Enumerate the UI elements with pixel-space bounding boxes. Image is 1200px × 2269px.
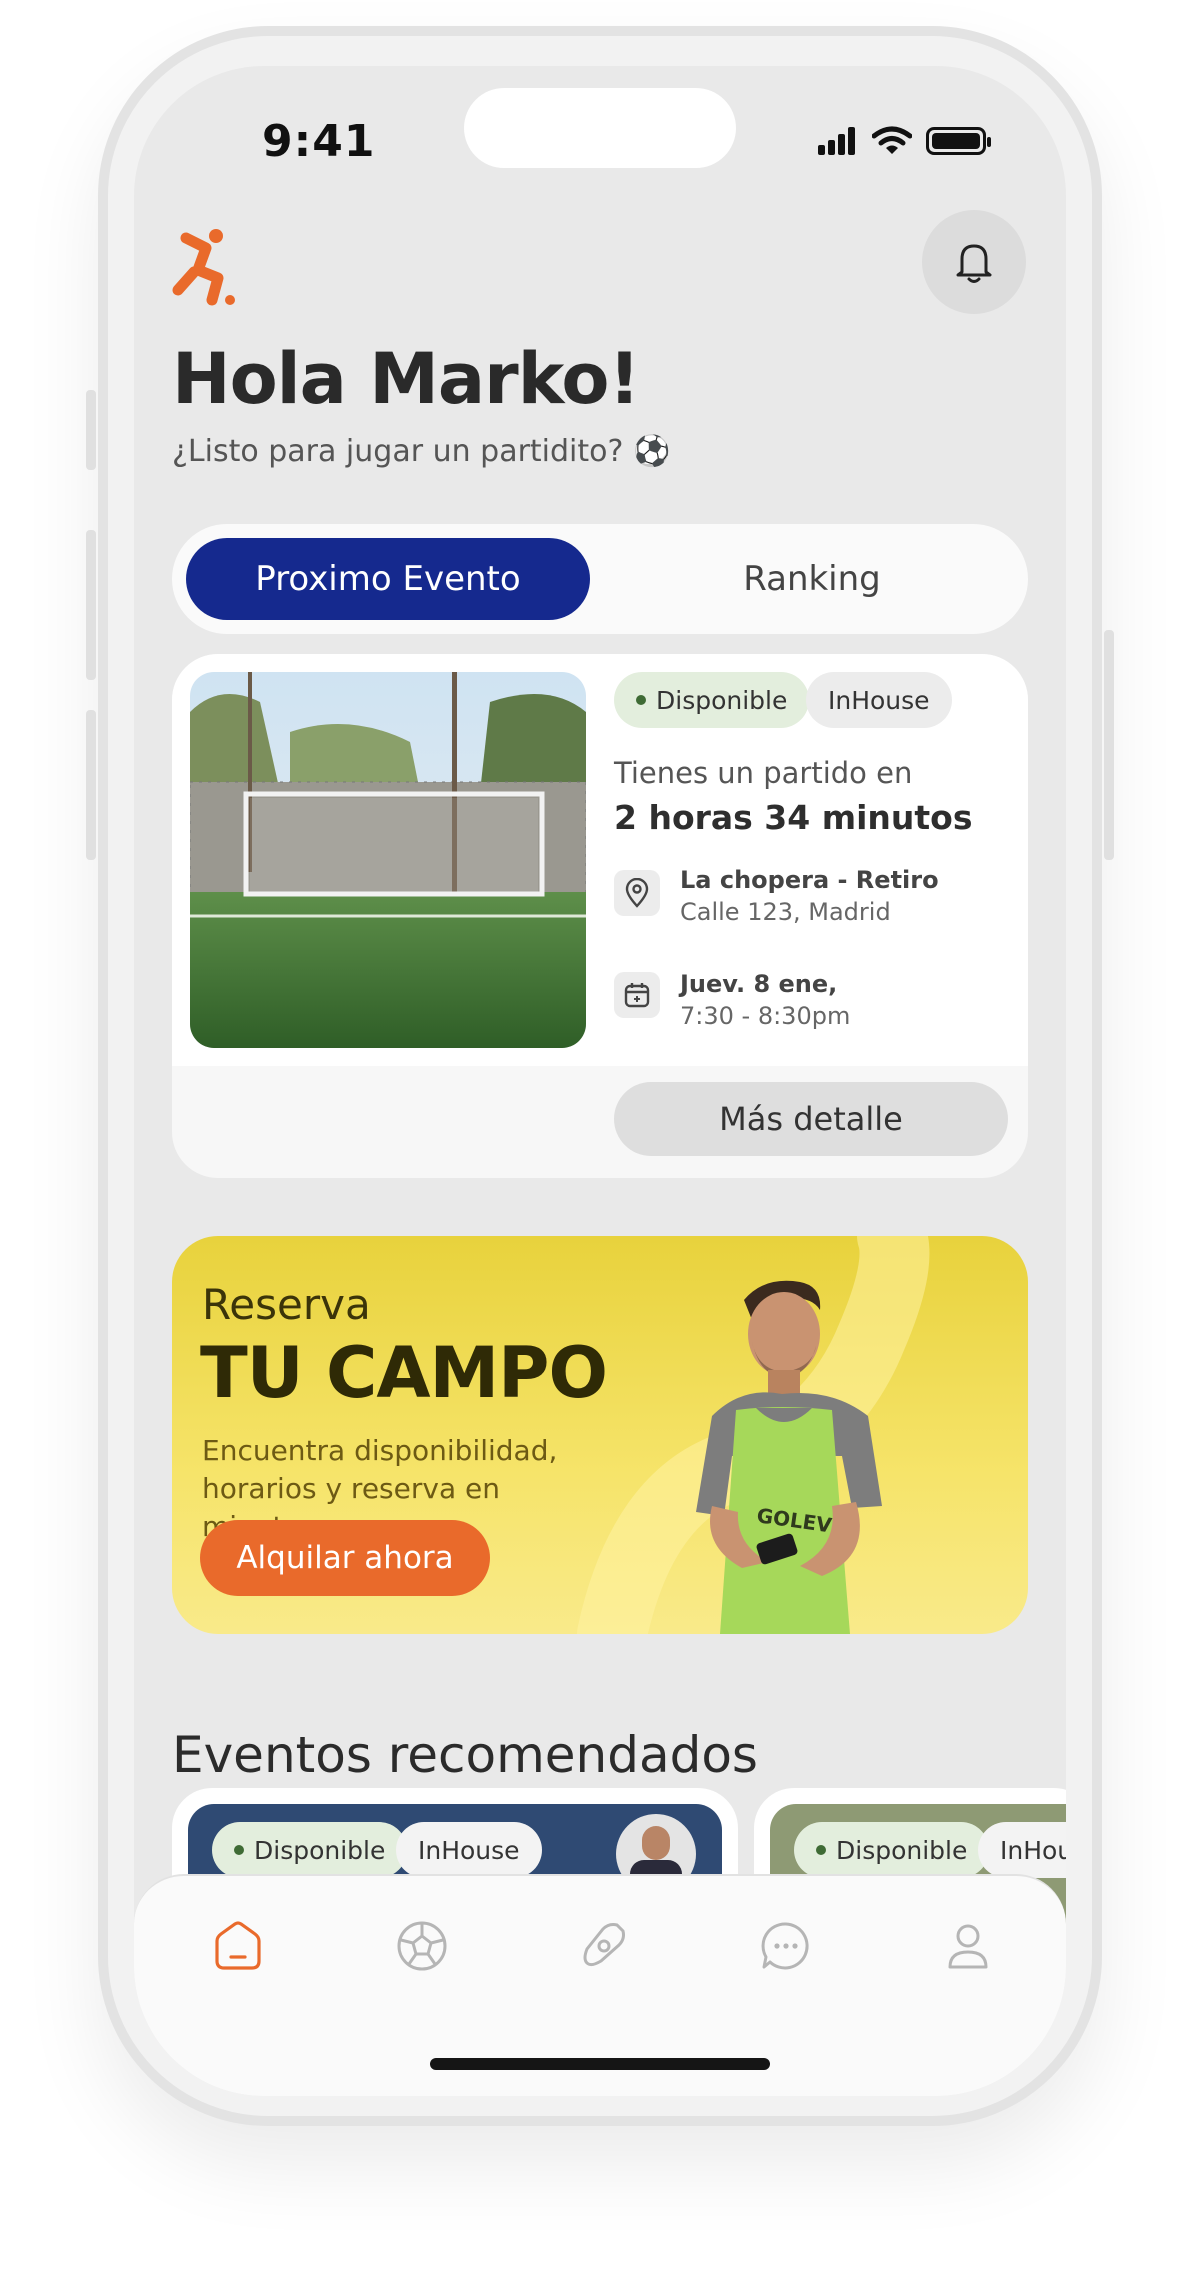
wifi-icon <box>872 126 912 154</box>
field-photo <box>190 672 586 1048</box>
nav-explore[interactable] <box>574 1916 634 1976</box>
promo-title-small: Reserva <box>202 1280 371 1329</box>
bell-icon <box>956 244 992 283</box>
badge-label: Disponible <box>656 685 788 715</box>
badge-label: Disponible <box>836 1835 968 1865</box>
mute-switch <box>86 390 96 470</box>
nav-profile[interactable] <box>938 1916 998 1976</box>
venue-address: Calle 123, Madrid <box>680 898 891 926</box>
status-badge-type: InHous <box>978 1822 1066 1878</box>
status-badge-available: Disponible <box>614 672 810 728</box>
nav-matches[interactable] <box>392 1916 452 1976</box>
nav-home[interactable] <box>208 1916 268 1976</box>
tab-proximo-evento[interactable]: Proximo Evento <box>186 538 590 620</box>
badge-label: InHouse <box>418 1835 520 1865</box>
nav-chat[interactable] <box>756 1916 816 1976</box>
notifications-button[interactable] <box>922 210 1026 314</box>
home-indicator <box>430 2058 770 2070</box>
available-dot-icon <box>636 695 646 705</box>
promo-banner[interactable]: Reserva TU CAMPO Encuentra disponibilida… <box>172 1236 1028 1634</box>
calendar-icon <box>614 972 660 1018</box>
power-button <box>1104 630 1114 860</box>
home-icon <box>215 1921 261 1970</box>
location-pin-icon <box>614 870 660 916</box>
app-logo-icon <box>172 229 235 306</box>
next-event-card[interactable]: Disponible InHouse Tienes un partido en … <box>172 654 1028 1178</box>
dynamic-island <box>464 88 736 168</box>
section-title-recommended: Eventos recomendados <box>172 1726 758 1784</box>
explore-icon <box>583 1923 625 1967</box>
status-badge-available: Disponible <box>794 1822 990 1878</box>
signal-icon <box>818 127 858 155</box>
app-screen: 9:41 Hola Marko! ¿Listo para jugar un pa… <box>134 66 1066 2096</box>
more-details-button[interactable]: Más detalle <box>614 1082 1008 1156</box>
tab-ranking[interactable]: Ranking <box>612 538 1012 620</box>
rent-now-button[interactable]: Alquilar ahora <box>200 1520 490 1596</box>
venue-name: La chopera - Retiro <box>680 866 939 894</box>
status-icons <box>818 126 991 156</box>
volume-down-button <box>86 710 96 860</box>
page-title: Hola Marko! <box>172 338 640 420</box>
status-badge-type: InHouse <box>806 672 952 728</box>
event-date: Juev. 8 ene, <box>680 970 838 998</box>
battery-icon <box>926 127 991 155</box>
volume-up-button <box>86 530 96 680</box>
page-subtitle: ¿Listo para jugar un partidito? ⚽ <box>172 434 671 469</box>
promo-title-large: TU CAMPO <box>200 1332 608 1414</box>
available-dot-icon <box>234 1845 244 1855</box>
countdown-label: Tienes un partido en <box>614 756 913 790</box>
status-badge-type: InHouse <box>396 1822 542 1878</box>
badge-label: Disponible <box>254 1835 386 1865</box>
player-illustration: GOLEVEL <box>696 1280 882 1634</box>
badge-label: InHous <box>1000 1835 1066 1865</box>
status-time: 9:41 <box>262 116 376 167</box>
chat-icon <box>761 1922 809 1970</box>
badge-label: InHouse <box>828 685 930 715</box>
available-dot-icon <box>816 1845 826 1855</box>
status-badge-available: Disponible <box>212 1822 408 1878</box>
countdown-value: 2 horas 34 minutos <box>614 798 973 837</box>
bottom-navigation <box>134 1874 1066 2096</box>
event-time: 7:30 - 8:30pm <box>680 1002 851 1030</box>
profile-icon <box>948 1924 988 1969</box>
segmented-tabs: Proximo Evento Ranking <box>172 524 1028 634</box>
soccer-ball-icon <box>397 1921 447 1971</box>
